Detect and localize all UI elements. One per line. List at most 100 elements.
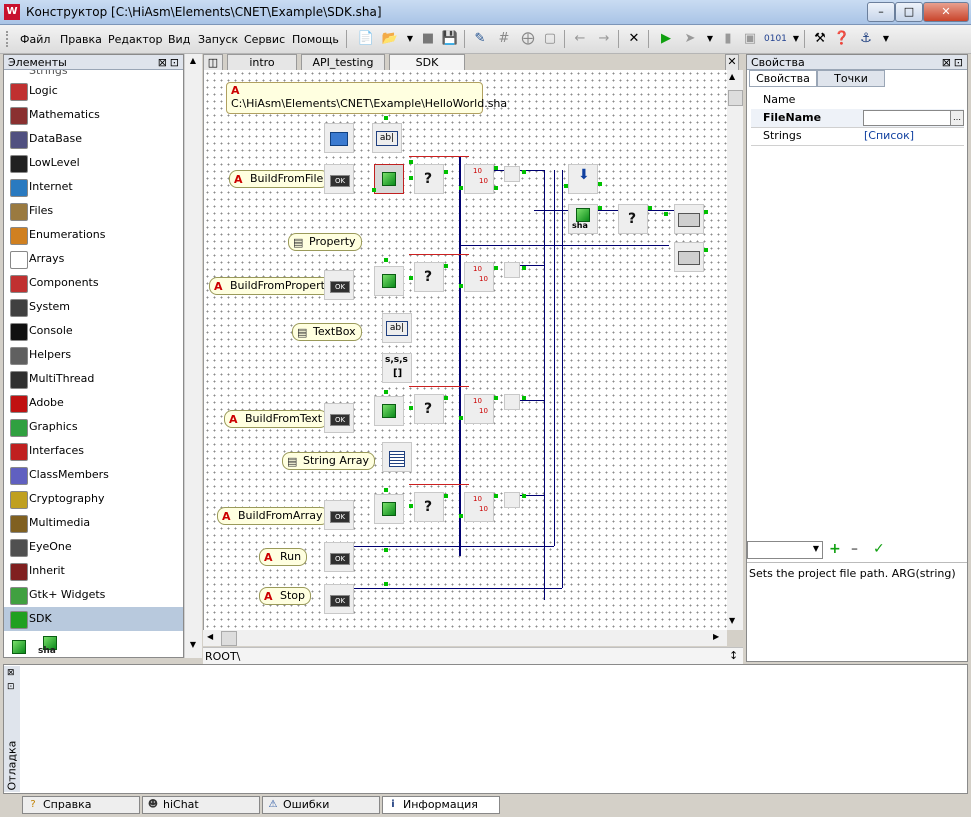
tab-points[interactable]: Точки xyxy=(817,70,885,87)
scroll-thumb[interactable] xyxy=(728,90,743,106)
connection-point[interactable] xyxy=(648,206,652,210)
element-group-lowlevel[interactable]: LowLevel xyxy=(4,151,183,175)
compile-icon[interactable]: ▣ xyxy=(740,29,760,49)
label-property[interactable]: ▤ Property xyxy=(288,233,362,251)
binary-dropdown-icon[interactable]: ▼ xyxy=(786,29,806,49)
element-group-database[interactable]: DataBase xyxy=(4,127,183,151)
counter-block[interactable]: 10 10 xyxy=(464,262,494,292)
panel-close-icon[interactable]: ⊠ xyxy=(942,55,951,70)
sha-block[interactable]: sha xyxy=(568,204,598,234)
anchor-icon[interactable]: ⚓ xyxy=(856,29,876,49)
element-group-system[interactable]: System xyxy=(4,295,183,319)
connection-point[interactable] xyxy=(409,160,413,164)
hub-block[interactable] xyxy=(504,262,520,278)
label-textbox[interactable]: ▤ TextBox xyxy=(292,323,362,341)
apply-check-icon[interactable]: ✓ xyxy=(873,541,885,557)
sdk-cube-icon[interactable] xyxy=(10,640,26,654)
property-strings[interactable]: Strings [Список] xyxy=(751,127,964,146)
element-group-adobe[interactable]: Adobe xyxy=(4,391,183,415)
menu-file[interactable]: Файл xyxy=(20,33,50,46)
label-stop[interactable]: A Stop xyxy=(259,587,312,605)
tab-properties[interactable]: Свойства xyxy=(749,70,817,87)
sdk-block[interactable] xyxy=(374,164,404,194)
element-group-multithread[interactable]: MultiThread xyxy=(4,367,183,391)
binary-icon[interactable]: 0101 xyxy=(764,29,787,49)
element-group-arrays[interactable]: Arrays xyxy=(4,247,183,271)
textbox-block[interactable]: ab| xyxy=(382,313,412,343)
connection-point[interactable] xyxy=(522,266,526,270)
menu-run[interactable]: Запуск xyxy=(198,33,238,46)
menu-help[interactable]: Помощь xyxy=(292,33,339,46)
connection-point[interactable] xyxy=(494,494,498,498)
if-block[interactable]: ? xyxy=(414,262,444,292)
canvas-horizontal-scrollbar[interactable]: ◀ ▶ xyxy=(203,630,727,646)
pause-icon[interactable]: ▮ xyxy=(718,29,738,49)
tools-icon[interactable]: ⚒ xyxy=(810,29,830,49)
connection-point[interactable] xyxy=(564,184,568,188)
ok-button-block[interactable]: OK xyxy=(324,270,354,300)
browse-button[interactable]: … xyxy=(950,110,964,126)
element-group-components[interactable]: Components xyxy=(4,271,183,295)
if-block[interactable]: ? xyxy=(414,164,444,194)
save-icon[interactable]: 💾 xyxy=(440,29,460,49)
scroll-up-icon[interactable]: ▲ xyxy=(729,72,735,81)
diagram-canvas[interactable]: A C:\HiAsm\Elements\CNET\Example\HelloWo… xyxy=(203,70,728,630)
element-group-internet[interactable]: Internet xyxy=(4,175,183,199)
counter-block[interactable]: 10 10 xyxy=(464,394,494,424)
string-array-block[interactable] xyxy=(382,442,412,472)
panel-pin-icon[interactable]: ⊡ xyxy=(954,55,963,70)
counter-block[interactable]: 10 10 xyxy=(464,164,494,194)
if-block[interactable]: ? xyxy=(414,492,444,522)
ok-button-block[interactable]: OK xyxy=(324,542,354,572)
ok-button-block[interactable]: OK xyxy=(324,403,354,433)
console-block[interactable] xyxy=(674,242,704,272)
console-block[interactable] xyxy=(674,204,704,234)
connection-point[interactable] xyxy=(598,206,602,210)
connection-point[interactable] xyxy=(409,504,413,508)
connection-point[interactable] xyxy=(664,212,668,216)
run-dropdown-icon[interactable]: ▼ xyxy=(700,29,720,49)
tab-errors[interactable]: ⚠ Ошибки xyxy=(262,796,380,814)
connection-point[interactable] xyxy=(704,248,708,252)
edit-block[interactable]: ab| xyxy=(372,123,402,153)
connection-point[interactable] xyxy=(384,390,388,394)
connection-point[interactable] xyxy=(459,186,463,190)
open-dropdown-icon[interactable]: ▼ xyxy=(400,29,420,49)
panel-close-icon[interactable]: ⊠ xyxy=(7,668,15,678)
connection-point[interactable] xyxy=(384,258,388,262)
element-group-classmembers[interactable]: ClassMembers xyxy=(4,463,183,487)
forward-arrow-icon[interactable]: → xyxy=(594,29,614,49)
close-button[interactable]: ✕ xyxy=(923,2,969,22)
counter-block[interactable]: 10 10 xyxy=(464,492,494,522)
scroll-right-icon[interactable]: ▶ xyxy=(713,632,719,641)
new-file-icon[interactable]: 📄 xyxy=(356,29,376,49)
connection-point[interactable] xyxy=(522,396,526,400)
scroll-down-icon[interactable]: ▼ xyxy=(729,616,735,625)
connection-point[interactable] xyxy=(494,396,498,400)
menu-service[interactable]: Сервис xyxy=(244,33,285,46)
element-group-helpers[interactable]: Helpers xyxy=(4,343,183,367)
tab-help[interactable]: ? Справка xyxy=(22,796,140,814)
connection-point[interactable] xyxy=(409,406,413,410)
element-group-files[interactable]: Files xyxy=(4,199,183,223)
connection-point[interactable] xyxy=(494,166,498,170)
edit-icon[interactable]: ✎ xyxy=(470,29,490,49)
align-icon[interactable]: ⨁ xyxy=(518,29,538,49)
panel-pin-icon[interactable]: ⊡ xyxy=(170,55,179,70)
point-select[interactable]: ▼ xyxy=(747,541,823,559)
path-note[interactable]: A C:\HiAsm\Elements\CNET\Example\HelloWo… xyxy=(226,82,507,114)
tab-info[interactable]: i Информация xyxy=(382,796,500,814)
connection-point[interactable] xyxy=(459,514,463,518)
label-buildfromproperty[interactable]: A BuildFromProperty xyxy=(209,277,338,295)
connection-point[interactable] xyxy=(384,582,388,586)
connection-point[interactable] xyxy=(494,186,498,190)
minimize-button[interactable]: – xyxy=(867,2,895,22)
label-string-array[interactable]: ▤ String Array xyxy=(282,452,375,470)
ok-button-block[interactable]: OK xyxy=(324,584,354,614)
label-run[interactable]: A Run xyxy=(259,548,308,566)
element-group-logic[interactable]: Logic xyxy=(4,79,183,103)
element-group-enumerations[interactable]: Enumerations xyxy=(4,223,183,247)
remove-icon[interactable]: – xyxy=(851,541,858,557)
element-group-interfaces[interactable]: Interfaces xyxy=(4,439,183,463)
connection-point[interactable] xyxy=(459,416,463,420)
